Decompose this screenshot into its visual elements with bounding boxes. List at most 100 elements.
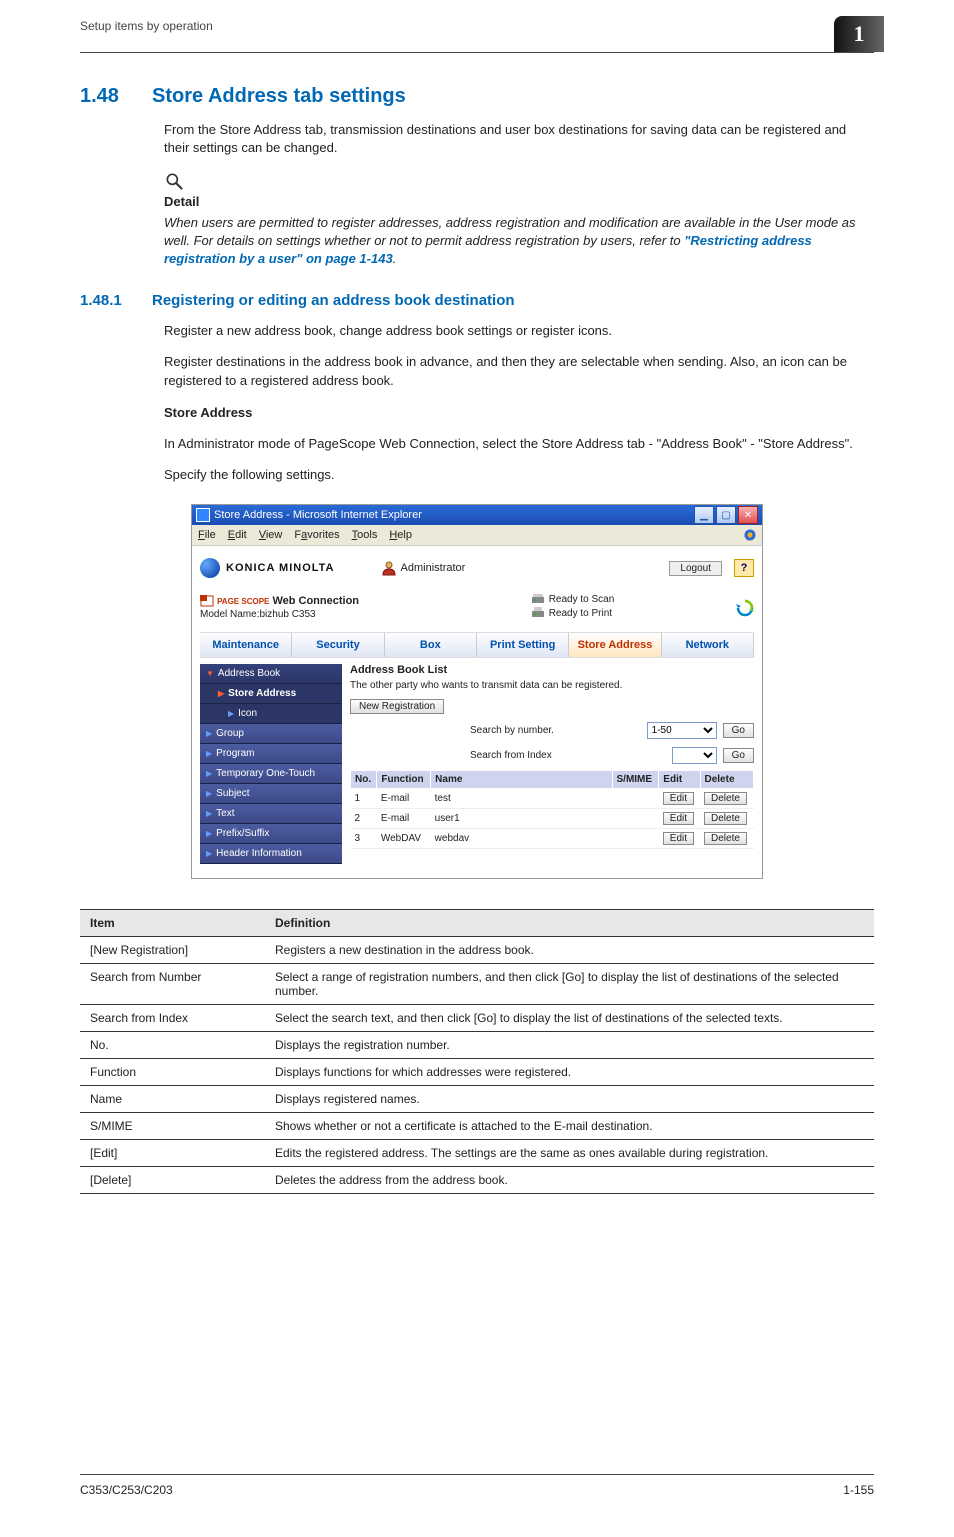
section-title: 1.48Store Address tab settings: [80, 85, 874, 108]
scanner-icon: [531, 592, 545, 606]
delete-button[interactable]: Delete: [704, 812, 747, 825]
table-row: 2 E-mail user1 Edit Delete: [351, 809, 754, 829]
triangle-right-icon: ▶: [206, 809, 212, 818]
search-from-index-row: Search from Index Go: [350, 747, 754, 764]
administrator-indicator: Administrator: [381, 560, 466, 576]
sidebar-item-text[interactable]: ▶Text: [200, 804, 342, 824]
table-row: [Delete]Deletes the address from the add…: [80, 1167, 874, 1194]
page-footer: C353/C253/C203 1-155: [80, 1474, 874, 1497]
sidebar-item-temporary-one-touch[interactable]: ▶Temporary One-Touch: [200, 764, 342, 784]
edit-button[interactable]: Edit: [663, 832, 694, 845]
address-book-table: No. Function Name S/MIME Edit Delete 1 E…: [350, 770, 754, 849]
triangle-right-icon: ▶: [228, 709, 234, 718]
tab-box[interactable]: Box: [385, 633, 477, 657]
table-row: 1 E-mail test Edit Delete: [351, 789, 754, 809]
sidebar-item-icon[interactable]: ▶Icon: [200, 704, 342, 724]
window-minimize-button[interactable]: ▁: [694, 506, 714, 524]
def-header-item: Item: [80, 910, 265, 937]
menu-view[interactable]: View: [259, 529, 283, 541]
triangle-right-icon: ▶: [206, 729, 212, 738]
pagescope-logo: PAGE SCOPE Web Connection: [200, 595, 359, 607]
help-button[interactable]: ?: [734, 559, 754, 577]
address-book-list-subtitle: The other party who wants to transmit da…: [350, 680, 754, 691]
delete-button[interactable]: Delete: [704, 832, 747, 845]
menu-help[interactable]: Help: [389, 529, 412, 541]
detail-text: When users are permitted to register add…: [164, 214, 874, 269]
section-number: 1.48: [80, 85, 152, 108]
subsection-p4: Specify the following settings.: [164, 466, 874, 484]
printer-icon: [531, 606, 545, 620]
detail-block: Detail When users are permitted to regis…: [164, 171, 874, 268]
triangle-right-icon: ▶: [206, 829, 212, 838]
menu-edit[interactable]: Edit: [228, 529, 247, 541]
menu-favorites[interactable]: Favorites: [294, 529, 339, 541]
edit-button[interactable]: Edit: [663, 792, 694, 805]
side-menu: ▼Address Book ▶Store Address ▶Icon ▶Grou…: [200, 664, 342, 864]
window-maximize-button[interactable]: ▢: [716, 506, 736, 524]
globe-icon: [200, 558, 220, 578]
brand-row: KONICA MINOLTA Administrator Logout ?: [192, 546, 762, 590]
sidebar-item-group[interactable]: ▶Group: [200, 724, 342, 744]
tab-security[interactable]: Security: [292, 633, 384, 657]
definition-table: Item Definition [New Registration]Regist…: [80, 909, 874, 1194]
def-header-definition: Definition: [265, 910, 874, 937]
model-name: Model Name:bizhub C353: [200, 609, 359, 620]
subsection-p3: In Administrator mode of PageScope Web C…: [164, 435, 874, 453]
tab-maintenance[interactable]: Maintenance: [200, 633, 292, 657]
footer-model: C353/C253/C203: [80, 1483, 173, 1497]
sidebar-item-header-information[interactable]: ▶Header Information: [200, 844, 342, 864]
administrator-icon: [381, 560, 397, 576]
col-name: Name: [431, 771, 612, 789]
edit-button[interactable]: Edit: [663, 812, 694, 825]
search-from-index-select[interactable]: [672, 747, 717, 764]
col-delete: Delete: [700, 771, 754, 789]
ready-print-label: Ready to Print: [549, 608, 612, 619]
triangle-right-icon: ▶: [206, 789, 212, 798]
menu-file[interactable]: File: [198, 529, 216, 541]
sidebar-item-address-book[interactable]: ▼Address Book: [200, 664, 342, 684]
col-smime: S/MIME: [612, 771, 659, 789]
subsection-heading: Registering or editing an address book d…: [152, 292, 515, 309]
sidebar-item-prefix-suffix[interactable]: ▶Prefix/Suffix: [200, 824, 342, 844]
main-area: Address Book List The other party who wa…: [350, 664, 754, 864]
logout-button[interactable]: Logout: [669, 561, 722, 576]
search-by-number-label: Search by number.: [470, 725, 554, 736]
triangle-right-icon: ▶: [218, 689, 224, 698]
sidebar-item-program[interactable]: ▶Program: [200, 744, 342, 764]
magnifying-glass-icon: [164, 171, 184, 191]
browser-menu-bar: File Edit View Favorites Tools Help: [192, 525, 762, 546]
table-row: No.Displays the registration number.: [80, 1032, 874, 1059]
table-row: [New Registration]Registers a new destin…: [80, 937, 874, 964]
table-row: 3 WebDAV webdav Edit Delete: [351, 829, 754, 849]
sidebar-item-subject[interactable]: ▶Subject: [200, 784, 342, 804]
subsection-title: 1.48.1Registering or editing an address …: [80, 292, 874, 309]
konica-minolta-logo: KONICA MINOLTA: [200, 558, 335, 578]
search-by-number-select[interactable]: 1-50: [647, 722, 717, 739]
search-from-index-go-button[interactable]: Go: [723, 748, 754, 763]
menu-tools[interactable]: Tools: [352, 529, 378, 541]
table-row: S/MIMEShows whether or not a certificate…: [80, 1113, 874, 1140]
running-header-text: Setup items by operation: [80, 19, 213, 33]
col-function: Function: [377, 771, 431, 789]
tab-print-setting[interactable]: Print Setting: [477, 633, 569, 657]
tab-store-address[interactable]: Store Address: [569, 633, 661, 657]
subsection-p2: Register destinations in the address boo…: [164, 353, 874, 389]
delete-button[interactable]: Delete: [704, 792, 747, 805]
col-edit: Edit: [659, 771, 700, 789]
section-intro: From the Store Address tab, transmission…: [164, 121, 874, 157]
reload-icon[interactable]: [736, 599, 754, 617]
ie-logo-icon: [742, 527, 758, 543]
triangle-right-icon: ▶: [206, 849, 212, 858]
table-row: [Edit]Edits the registered address. The …: [80, 1140, 874, 1167]
sidebar-item-store-address[interactable]: ▶Store Address: [200, 684, 342, 704]
pagescope-icon: [200, 595, 214, 607]
table-row: Search from NumberSelect a range of regi…: [80, 964, 874, 1005]
new-registration-button[interactable]: New Registration: [350, 699, 444, 714]
ready-scan-label: Ready to Scan: [549, 594, 615, 605]
tab-network[interactable]: Network: [662, 633, 754, 657]
window-close-button[interactable]: ✕: [738, 506, 758, 524]
search-by-number-go-button[interactable]: Go: [723, 723, 754, 738]
content-pane: ▼Address Book ▶Store Address ▶Icon ▶Grou…: [192, 658, 762, 878]
address-book-list-title: Address Book List: [350, 664, 754, 676]
ie-favicon-icon: [196, 508, 210, 522]
